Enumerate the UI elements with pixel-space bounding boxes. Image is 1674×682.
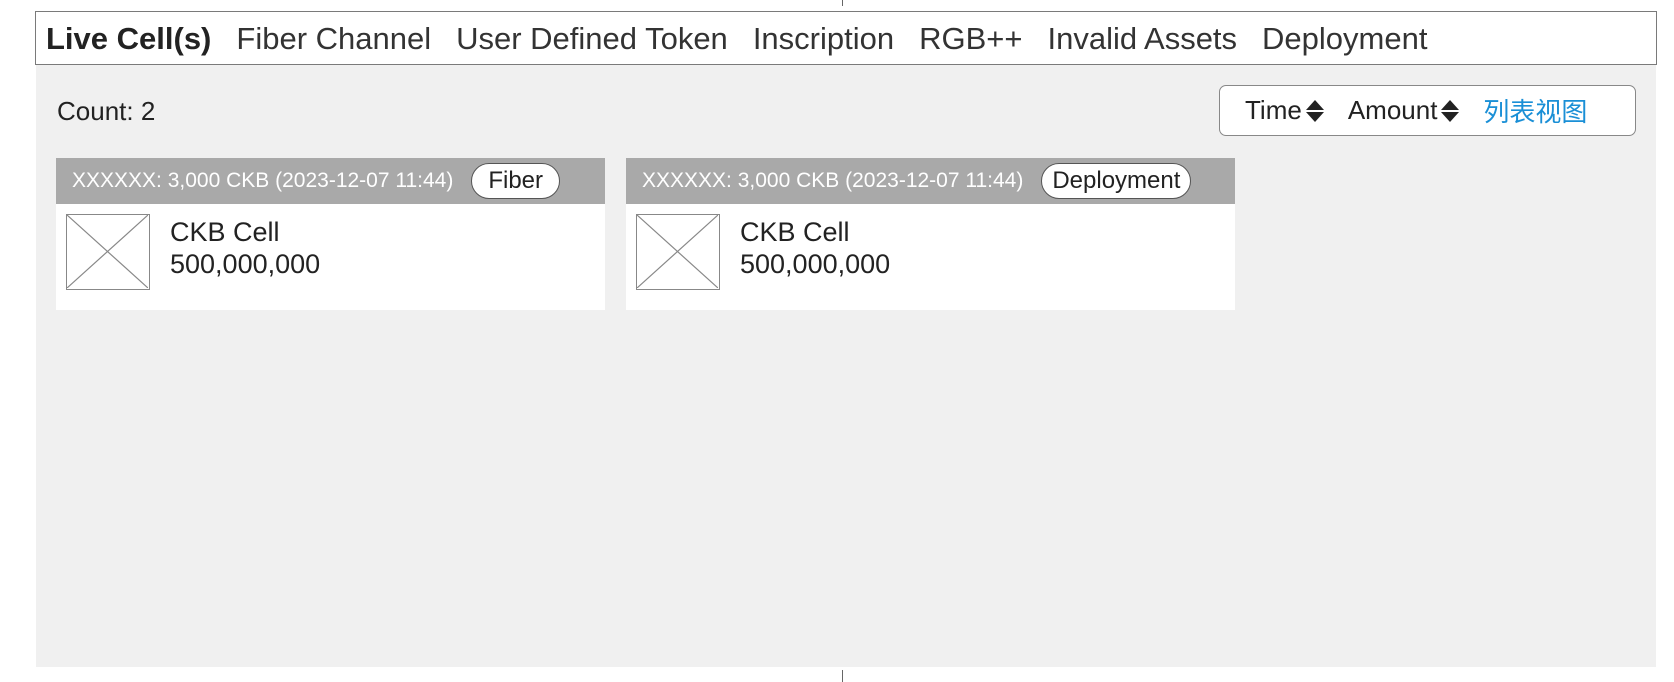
cell-card[interactable]: XXXXXX: 3,000 CKB (2023-12-07 11:44) Dep… xyxy=(626,158,1235,310)
placeholder-image-icon xyxy=(636,214,720,290)
cell-count: Count: 2 xyxy=(57,96,156,126)
cell-card-body: CKB Cell 500,000,000 xyxy=(626,204,1235,290)
tab-deployment[interactable]: Deployment xyxy=(1262,23,1427,54)
tab-rgbpp[interactable]: RGB++ xyxy=(919,23,1022,54)
guide-line-top xyxy=(842,0,843,6)
placeholder-image-icon xyxy=(66,214,150,290)
tab-fiber-channel[interactable]: Fiber Channel xyxy=(236,23,431,54)
guide-line-bottom xyxy=(842,670,843,682)
cell-card-header: XXXXXX: 3,000 CKB (2023-12-07 11:44) Dep… xyxy=(626,158,1235,204)
cell-name: CKB Cell xyxy=(740,217,850,247)
sort-time-label: Time xyxy=(1245,95,1302,125)
cell-card-summary: XXXXXX: 3,000 CKB (2023-12-07 11:44) xyxy=(72,169,454,192)
cell-card-summary: XXXXXX: 3,000 CKB (2023-12-07 11:44) xyxy=(642,169,1024,192)
sort-by-time-button[interactable]: Time xyxy=(1245,95,1324,126)
sort-arrows-icon xyxy=(1305,99,1324,122)
cell-type-tag: Deployment xyxy=(1041,163,1192,199)
cell-card-body: CKB Cell 500,000,000 xyxy=(56,204,605,290)
cell-name: CKB Cell xyxy=(170,217,280,247)
tab-live-cells[interactable]: Live Cell(s) xyxy=(46,23,211,54)
cell-amount: 500,000,000 xyxy=(170,249,321,279)
tab-user-defined-token[interactable]: User Defined Token xyxy=(456,23,728,54)
cell-type-tag: Fiber xyxy=(471,163,561,199)
cell-card-info: CKB Cell 500,000,000 xyxy=(740,216,890,290)
tab-inscription[interactable]: Inscription xyxy=(753,23,894,54)
cell-card-header: XXXXXX: 3,000 CKB (2023-12-07 11:44) Fib… xyxy=(56,158,605,204)
cell-card-list: XXXXXX: 3,000 CKB (2023-12-07 11:44) Fib… xyxy=(56,158,1235,310)
cell-card-info: CKB Cell 500,000,000 xyxy=(170,216,320,290)
asset-tab-bar: Live Cell(s) Fiber Channel User Defined … xyxy=(35,11,1657,65)
list-view-toggle[interactable]: 列表视图 xyxy=(1483,92,1587,129)
live-cells-panel: Count: 2 Time Amount 列表视图 XXXXXX: 3,000 … xyxy=(36,65,1656,667)
sort-by-amount-button[interactable]: Amount xyxy=(1348,95,1460,126)
sort-amount-label: Amount xyxy=(1347,95,1438,125)
sort-toolbar: Time Amount 列表视图 xyxy=(1219,85,1636,136)
sort-arrows-icon xyxy=(1441,99,1460,122)
cell-amount: 500,000,000 xyxy=(740,249,891,279)
tab-invalid-assets[interactable]: Invalid Assets xyxy=(1048,23,1238,54)
cell-card[interactable]: XXXXXX: 3,000 CKB (2023-12-07 11:44) Fib… xyxy=(56,158,605,310)
